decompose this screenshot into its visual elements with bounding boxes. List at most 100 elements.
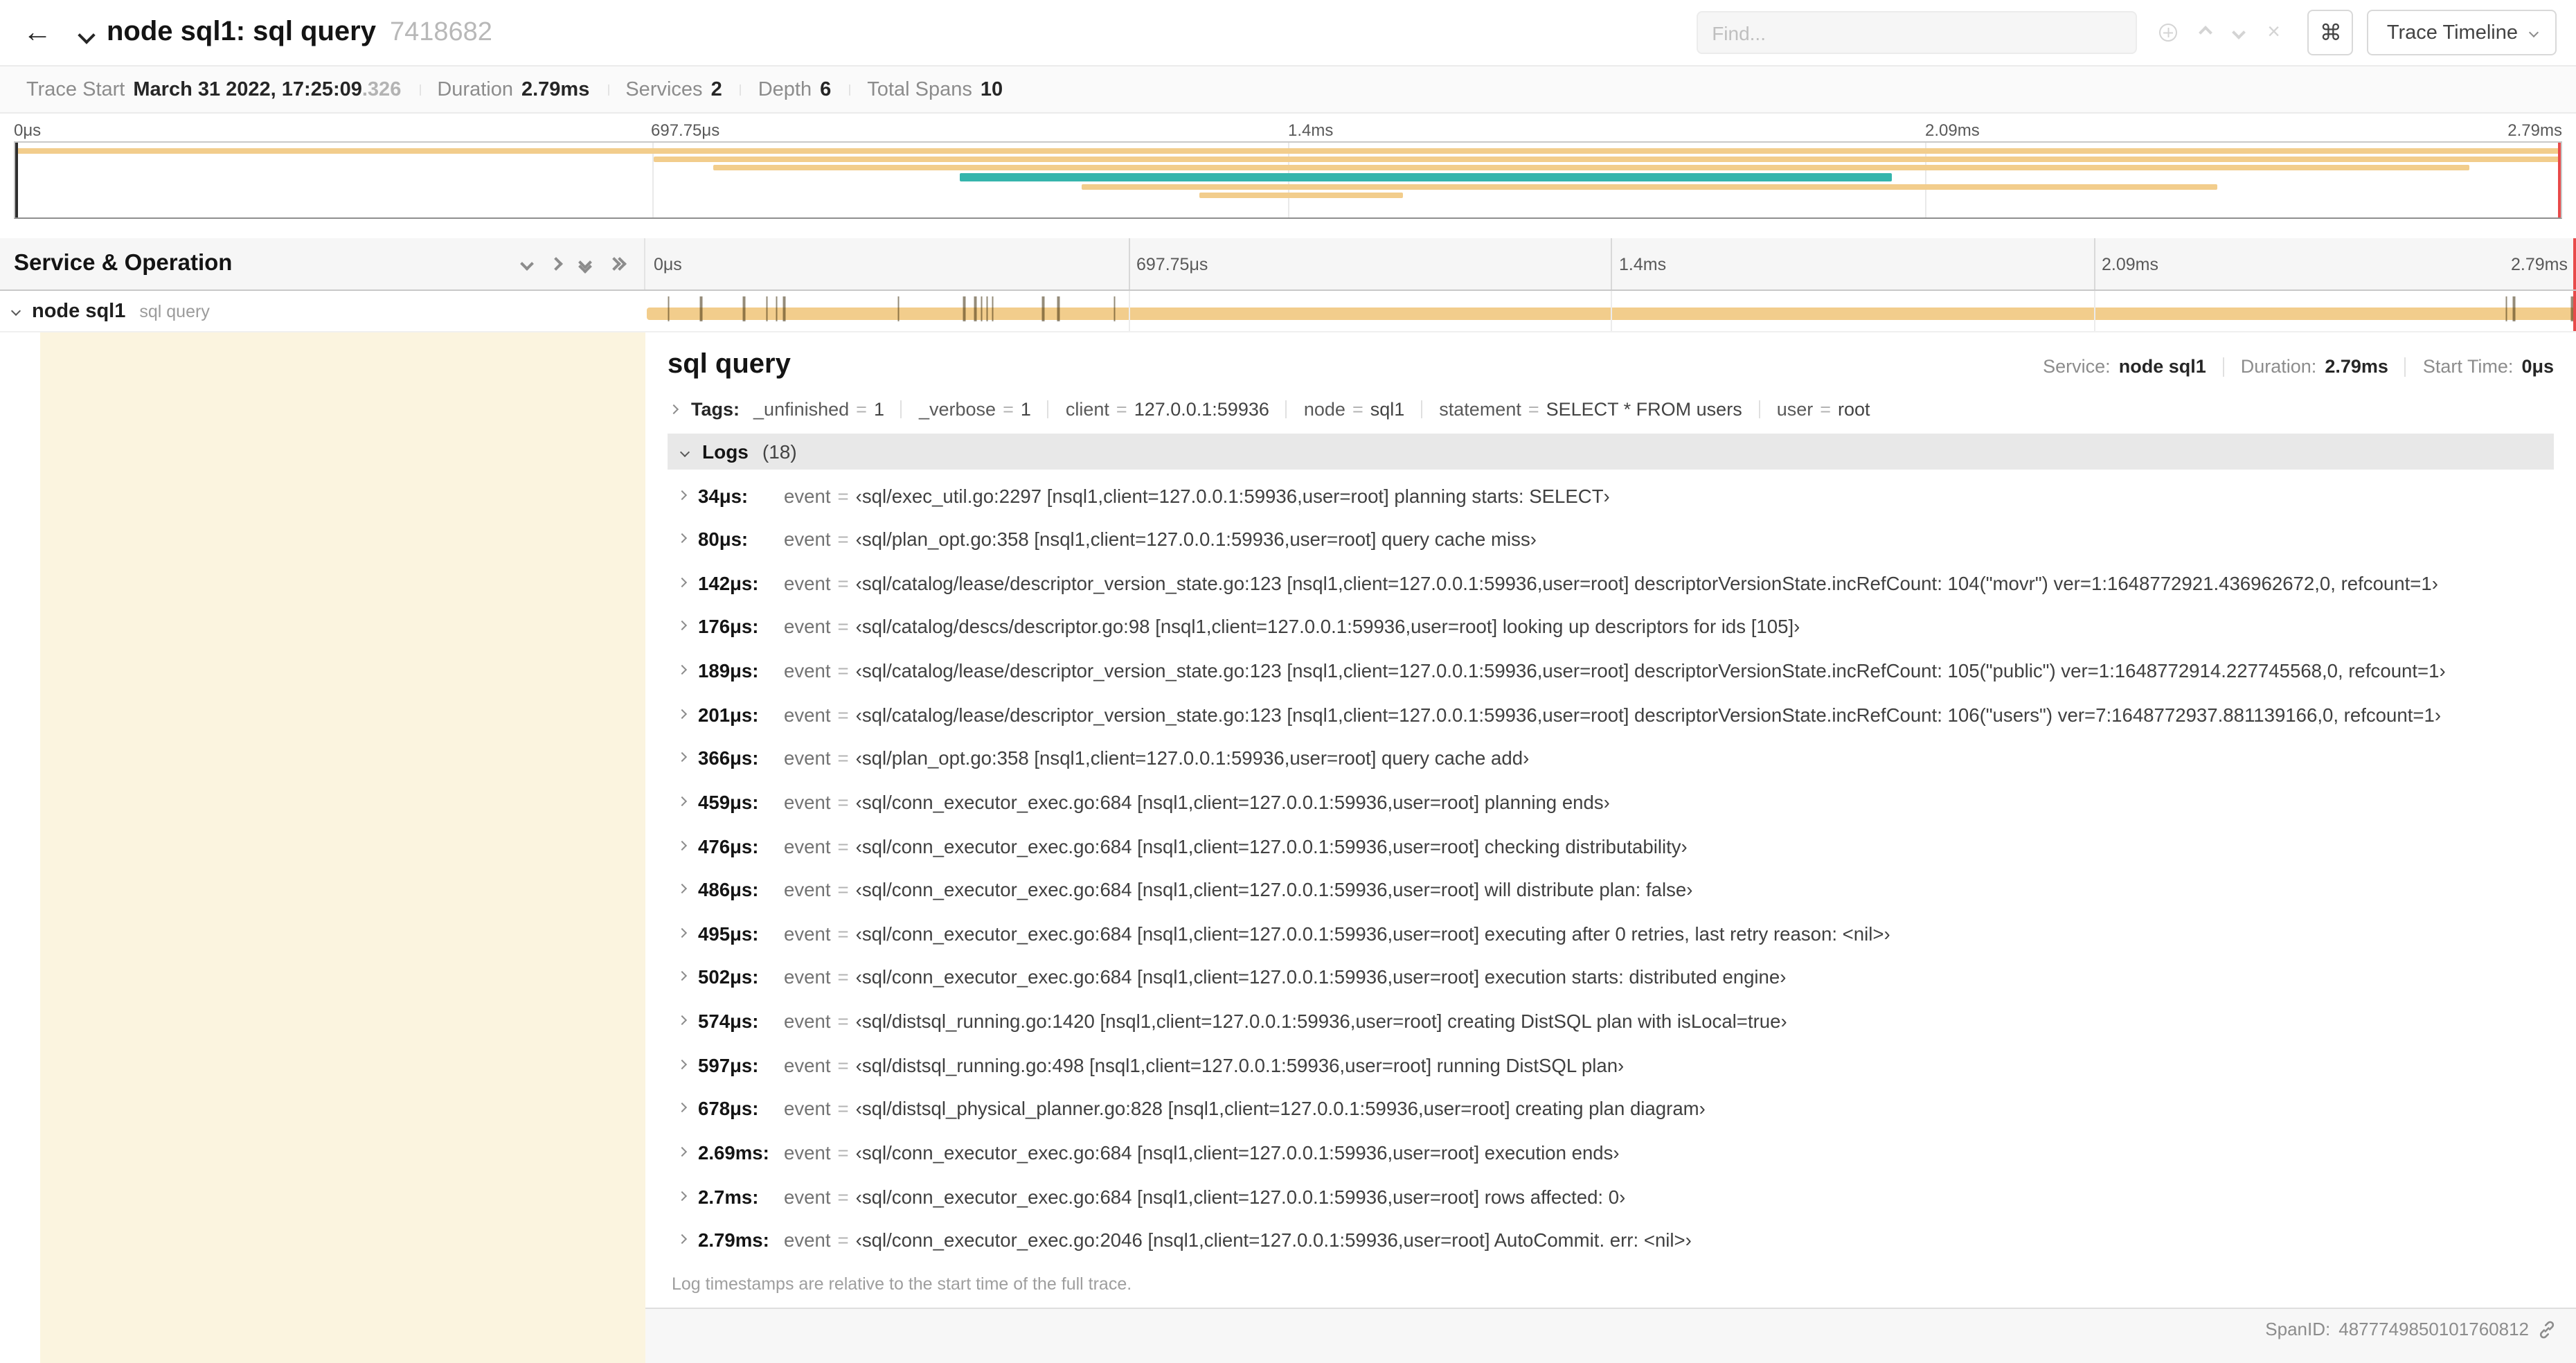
view-selector-button[interactable]: Trace Timeline [2367, 10, 2557, 55]
equals-sign: = [837, 792, 849, 813]
expand-log-icon[interactable] [677, 1103, 688, 1113]
tags-accordion[interactable]: Tags: _unfinished = 1 _verbose = 1 client = 127.… [668, 389, 2554, 434]
expand-log-icon[interactable] [677, 577, 688, 587]
meta-item: Duration: 2.79ms [2241, 356, 2388, 377]
log-field-key: event [784, 880, 831, 901]
expand-log-icon[interactable] [677, 839, 688, 850]
log-timestamp: 486μs: [698, 880, 759, 901]
minimap-left-handle[interactable] [15, 143, 18, 217]
log-entry[interactable]: 142μs: event = ‹sql/catalog/lease/descripto… [677, 563, 2554, 607]
logs-accordion-header[interactable]: Logs (18) [668, 434, 2554, 470]
log-timestamp: 142μs: [698, 573, 759, 594]
focus-span-icon[interactable] [2159, 24, 2178, 42]
log-field-value: ‹sql/conn_executor_exec.go:684 [nsql1,cl… [855, 1186, 1626, 1207]
tag-key: user [1776, 399, 1814, 420]
log-entry[interactable]: 597μs: event = ‹sql/distsql_running.go:498 … [677, 1044, 2554, 1088]
expand-log-icon[interactable] [677, 884, 688, 894]
log-field-value: ‹sql/exec_util.go:2297 [nsql1,client=127… [855, 485, 1610, 506]
log-entry[interactable]: 2.69ms: event = ‹sql/conn_executor_exec.go:… [677, 1132, 2554, 1176]
meta-value: node sql1 [2118, 356, 2206, 377]
log-entry[interactable]: 189μs: event = ‹sql/catalog/lease/descripto… [677, 650, 2554, 694]
minimap-canvas[interactable] [14, 141, 2562, 219]
log-event: event = ‹sql/catalog/lease/descriptor_vers… [784, 572, 2438, 598]
next-result-icon[interactable] [2232, 26, 2246, 39]
trace-title-text: node sql1: sql query [107, 17, 376, 47]
keyboard-shortcuts-button[interactable]: ⌘ [2307, 10, 2354, 55]
span-name-cell[interactable]: node sql1 sql query [0, 291, 645, 331]
collapse-one-icon[interactable] [520, 257, 534, 271]
span-track[interactable] [645, 291, 2576, 331]
log-marker [1041, 296, 1044, 321]
expand-log-icon[interactable] [677, 621, 688, 631]
timeline-ruler[interactable]: 0μs 697.75μs 1.4ms 2.09ms 2.79ms [645, 238, 2576, 289]
log-entry[interactable]: 366μs: event = ‹sql/plan_opt.go:358 [nsql1,… [677, 738, 2554, 782]
operation-name: sql query [139, 301, 210, 321]
expand-log-icon[interactable] [677, 489, 688, 500]
log-entry[interactable]: 502μs: event = ‹sql/conn_executor_exec.go:6… [677, 957, 2554, 1001]
expand-log-icon[interactable] [677, 1146, 688, 1157]
log-entry[interactable]: 201μs: event = ‹sql/catalog/lease/descripto… [677, 694, 2554, 738]
log-entry[interactable]: 459μs: event = ‹sql/conn_executor_exec.go:6… [677, 782, 2554, 826]
expand-tags-icon[interactable] [668, 404, 679, 415]
log-timestamp: 597μs: [698, 1055, 759, 1076]
timeline-scrubber[interactable] [2573, 238, 2576, 289]
page-title: node sql1: sql query 7418682 [107, 17, 492, 48]
expand-one-icon[interactable] [549, 257, 563, 271]
log-marker [2505, 296, 2508, 321]
prev-result-icon[interactable] [2199, 26, 2213, 39]
tag-key: node [1303, 399, 1345, 420]
ruler-tick-label: 2.09ms [2102, 254, 2158, 274]
back-button[interactable]: ← [14, 9, 61, 56]
minimap-scrubber[interactable] [2558, 143, 2561, 217]
log-field-key: event [784, 1186, 831, 1207]
expand-log-icon[interactable] [677, 1234, 688, 1245]
collapse-logs-icon[interactable] [679, 446, 690, 457]
minimap-tick-label: 1.4ms [1288, 121, 1334, 140]
equals-sign: = [837, 967, 849, 988]
clear-search-icon[interactable]: × [2267, 21, 2280, 44]
log-field-key: event [784, 661, 831, 682]
collapse-trace-icon[interactable] [78, 26, 96, 44]
tag-value: root [1838, 399, 1870, 420]
expand-log-icon[interactable] [677, 1059, 688, 1069]
expand-log-icon[interactable] [677, 971, 688, 981]
log-field-value: ‹sql/conn_executor_exec.go:684 [nsql1,cl… [855, 1142, 1620, 1164]
log-entry[interactable]: 2.79ms: event = ‹sql/conn_executor_exec.go:… [677, 1220, 2554, 1263]
tag-key: _verbose [918, 399, 996, 420]
log-entry[interactable]: 495μs: event = ‹sql/conn_executor_exec.go:6… [677, 914, 2554, 957]
log-entry[interactable]: 678μs: event = ‹sql/distsql_physical_planne… [677, 1089, 2554, 1132]
expand-log-icon[interactable] [677, 709, 688, 719]
meta-value: 2.79ms [2325, 356, 2388, 377]
span-id-label: SpanID: [2265, 1319, 2331, 1340]
collapse-span-icon[interactable] [10, 305, 21, 317]
timeline-scrubber[interactable] [2573, 291, 2576, 331]
log-entry[interactable]: 476μs: event = ‹sql/conn_executor_exec.go:6… [677, 826, 2554, 869]
log-field-value: ‹sql/catalog/descs/descriptor.go:98 [nsq… [855, 616, 1800, 638]
log-entry[interactable]: 2.7ms: event = ‹sql/conn_executor_exec.go:6… [677, 1176, 2554, 1220]
expand-all-icon[interactable] [607, 257, 627, 271]
collapse-all-icon[interactable] [578, 255, 592, 273]
summary-item-label: Duration [437, 78, 513, 100]
log-entry[interactable]: 176μs: event = ‹sql/catalog/descs/descripto… [677, 607, 2554, 650]
find-input[interactable] [1712, 21, 2122, 44]
tag-value: 1 [1020, 399, 1031, 420]
log-entry[interactable]: 34μs: event = ‹sql/exec_util.go:2297 [nsql1… [677, 475, 2554, 519]
expand-log-icon[interactable] [677, 1015, 688, 1026]
log-entry[interactable]: 486μs: event = ‹sql/conn_executor_exec.go:6… [677, 869, 2554, 913]
expand-log-icon[interactable] [677, 664, 688, 675]
log-field-value: ‹sql/catalog/lease/descriptor_version_st… [855, 661, 2446, 682]
equals-sign: = [837, 1011, 849, 1032]
expand-log-icon[interactable] [677, 796, 688, 806]
expand-log-icon[interactable] [677, 1190, 688, 1201]
expand-log-icon[interactable] [677, 752, 688, 763]
copy-link-icon[interactable] [2537, 1321, 2557, 1340]
summary-item-label: Trace Start [26, 78, 125, 100]
expand-log-icon[interactable] [677, 927, 688, 938]
log-entry[interactable]: 574μs: event = ‹sql/distsql_running.go:1420… [677, 1001, 2554, 1044]
expand-log-icon[interactable] [677, 533, 688, 544]
log-marker [742, 296, 745, 321]
span-row[interactable]: node sql1 sql query [0, 291, 2576, 332]
log-entry[interactable]: 80μs: event = ‹sql/plan_opt.go:358 [nsql1,c… [677, 519, 2554, 562]
log-timestamp: 459μs: [698, 792, 759, 813]
timeline-gridline [1128, 238, 1129, 289]
